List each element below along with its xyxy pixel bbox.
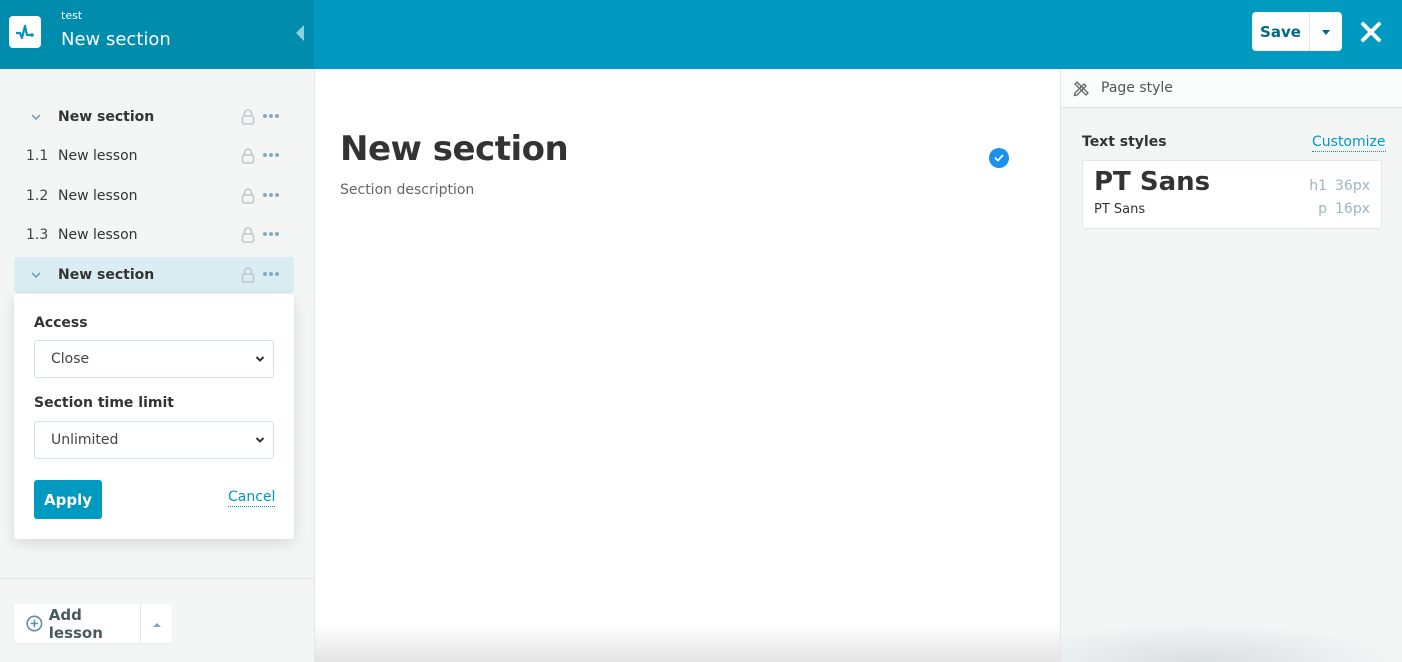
access-label: Access [34, 315, 88, 331]
item-number: 1.2 [26, 188, 49, 204]
section-heading[interactable]: New section [340, 129, 569, 169]
add-options-button[interactable] [141, 604, 172, 643]
sidebar-divider [0, 578, 314, 579]
add-lesson-button[interactable]: Add lesson [14, 604, 141, 643]
time-limit-label: Section time limit [34, 395, 174, 411]
outline-section-item[interactable]: New section [14, 99, 294, 135]
close-button[interactable] [1358, 19, 1384, 45]
chevron-down-icon[interactable] [14, 271, 58, 279]
page-style-label: Page style [1101, 80, 1173, 96]
cancel-link[interactable]: Cancel [228, 489, 276, 507]
check-circle-icon[interactable] [989, 148, 1009, 168]
more-options-icon[interactable] [263, 153, 279, 157]
item-label: New lesson [58, 227, 138, 243]
top-bar: test New section Save [0, 0, 1402, 69]
bottom-shadow [315, 622, 1060, 662]
paragraph-font-preview: PT Sans [1094, 202, 1146, 217]
save-button[interactable]: Save [1252, 12, 1310, 51]
pencil-ruler-icon [1073, 80, 1089, 96]
item-label: New section [58, 109, 155, 125]
collapse-sidebar-button[interactable] [294, 24, 306, 42]
access-select-value: Close [51, 351, 90, 367]
add-lesson-group: Add lesson [14, 604, 172, 643]
current-section-title: New section [61, 29, 171, 50]
chevron-down-icon[interactable] [14, 113, 58, 121]
customize-link[interactable]: Customize [1312, 134, 1386, 152]
time-limit-select-value: Unlimited [51, 432, 119, 448]
page-style-header[interactable]: Page style [1061, 69, 1402, 108]
save-button-group: Save [1252, 12, 1342, 51]
outline-lesson-item[interactable]: 1.3 New lesson [14, 217, 294, 253]
time-limit-select[interactable]: Unlimited [34, 421, 274, 459]
section-description[interactable]: Section description [340, 182, 474, 198]
text-styles-label: Text styles [1082, 134, 1167, 150]
save-options-button[interactable] [1310, 12, 1342, 51]
chevron-down-icon [255, 437, 265, 443]
lock-icon[interactable] [241, 109, 255, 129]
p-tag: p [1318, 201, 1327, 217]
close-x-icon [1361, 22, 1381, 42]
more-options-icon[interactable] [263, 114, 279, 118]
add-lesson-label: Add lesson [48, 605, 103, 642]
lock-icon[interactable] [241, 148, 255, 168]
more-options-icon[interactable] [263, 232, 279, 236]
apply-button[interactable]: Apply [34, 480, 102, 519]
course-name: test [61, 9, 83, 22]
item-label: New section [58, 267, 155, 283]
item-label: New lesson [58, 188, 138, 204]
section-settings-popover: Access Close Section time limit Unlimite… [14, 294, 294, 539]
outline-section-item-active[interactable]: New section [14, 257, 294, 293]
access-select[interactable]: Close [34, 340, 274, 378]
outline-lesson-item[interactable]: 1.1 New lesson [14, 138, 294, 174]
h1-size: 36px [1335, 178, 1370, 194]
lock-icon[interactable] [241, 227, 255, 247]
lock-icon[interactable] [241, 267, 255, 287]
p-size: 16px [1335, 201, 1370, 217]
text-styles-card[interactable]: PT Sans PT Sans h1 36px p 16px [1082, 160, 1382, 229]
course-header: test New section [0, 0, 314, 69]
p-style-meta: p 16px [1310, 201, 1370, 217]
page-editor: New section Section description [315, 69, 1060, 662]
chevron-down-icon [255, 356, 265, 362]
more-options-icon[interactable] [263, 272, 279, 276]
heading-font-preview: PT Sans [1094, 167, 1211, 197]
outline-lesson-item[interactable]: 1.2 New lesson [14, 178, 294, 214]
item-number: 1.3 [26, 227, 49, 243]
more-options-icon[interactable] [263, 193, 279, 197]
bottom-shadow [1061, 622, 1402, 662]
page-style-panel: Page style Text styles Customize PT Sans… [1060, 69, 1402, 662]
h1-tag: h1 [1309, 178, 1327, 194]
plus-circle-icon [26, 615, 43, 632]
item-number: 1.1 [26, 148, 49, 164]
item-label: New lesson [58, 148, 138, 164]
h1-style-meta: h1 36px [1301, 178, 1370, 194]
lock-icon[interactable] [241, 188, 255, 208]
pulse-logo-icon[interactable] [9, 16, 41, 48]
